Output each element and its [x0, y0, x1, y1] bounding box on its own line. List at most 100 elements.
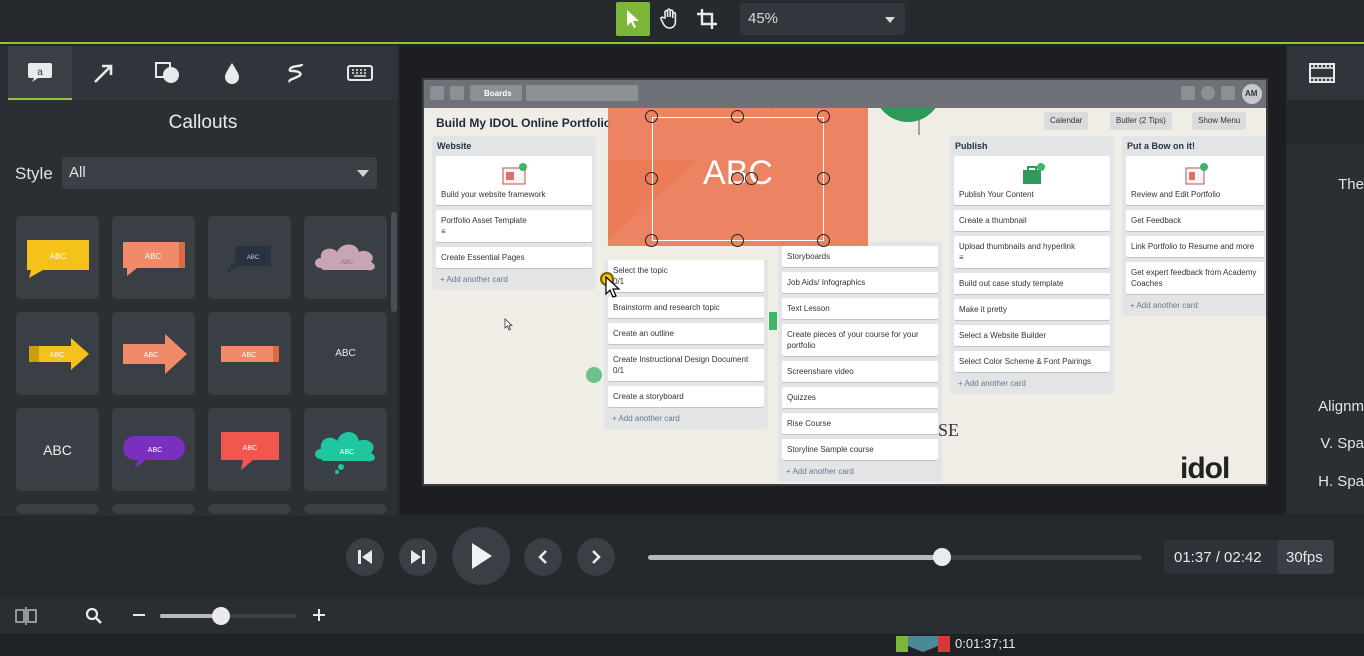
add-card-button[interactable]: + Add another card — [950, 377, 1114, 394]
rotate-handle[interactable] — [731, 172, 744, 185]
resize-handle[interactable] — [817, 234, 830, 247]
scrub-handle[interactable] — [932, 548, 951, 566]
calendar-button[interactable]: Calendar — [1044, 112, 1089, 130]
trello-card[interactable]: Create a thumbnail — [954, 210, 1110, 231]
trello-card[interactable]: Get Feedback — [1126, 210, 1264, 231]
trello-card[interactable]: Create pieces of your course for your po… — [782, 324, 938, 356]
video-preview[interactable]: Boards AM Build My IDOL Online Portfolio… — [422, 78, 1268, 486]
list-title[interactable]: Website — [432, 136, 596, 156]
callout-tile-orange-banner[interactable]: ABC — [208, 312, 291, 395]
style-select[interactable]: All — [62, 157, 377, 189]
callout-tile-yellow-arrow[interactable]: ABC — [16, 312, 99, 395]
callout-tile-yellow-speech[interactable]: ABC — [16, 216, 99, 299]
play-button[interactable] — [452, 527, 510, 585]
film-strip-icon[interactable] — [1309, 63, 1335, 88]
boards-button[interactable]: Boards — [470, 85, 522, 101]
bell-icon[interactable] — [1221, 86, 1235, 100]
trello-card[interactable]: Create Instructional Design Document 0/1 — [608, 349, 764, 381]
callout-tile-partial[interactable] — [16, 504, 99, 514]
trello-card[interactable]: Make it pretty — [954, 299, 1110, 320]
crop-icon[interactable] — [690, 2, 724, 36]
add-card-button[interactable]: + Add another card — [432, 273, 596, 290]
playhead[interactable] — [896, 634, 950, 652]
trello-card[interactable]: Storyline Sample course — [782, 439, 938, 460]
rotate-handle[interactable] — [745, 172, 758, 185]
trello-card[interactable]: Create a storyboard — [608, 386, 764, 407]
trello-card[interactable]: Select Color Scheme & Font Pairings — [954, 351, 1110, 372]
trello-card[interactable]: Rise Course — [782, 413, 938, 434]
trello-card[interactable]: Publish Your Content — [954, 156, 1110, 205]
trello-search-input[interactable] — [526, 85, 638, 101]
trello-card[interactable]: Select the topic 0/1 — [608, 260, 764, 292]
zoom-in-button[interactable] — [311, 607, 327, 628]
add-card-button[interactable]: + Add another card — [1122, 299, 1266, 316]
tab-blur[interactable] — [200, 46, 264, 100]
callout-tile-partial[interactable] — [208, 504, 291, 514]
previous-marker-button[interactable] — [524, 538, 562, 576]
callout-tile-partial[interactable] — [112, 504, 195, 514]
trello-card[interactable]: Build your website framework — [436, 156, 592, 205]
callout-tile-large-text[interactable]: ABC — [16, 408, 99, 491]
trello-card[interactable]: Portfolio Asset Template ≡ — [436, 210, 592, 242]
list-title[interactable]: Put a Bow on it! — [1122, 136, 1266, 156]
callout-tile-teal-cloud[interactable]: ABC — [304, 408, 387, 491]
trello-card[interactable]: Brainstorm and research topic — [608, 297, 764, 318]
tab-shapes[interactable] — [136, 46, 200, 100]
tab-arrows[interactable] — [72, 46, 136, 100]
trello-card[interactable]: Job Aids/ Infographics — [782, 272, 938, 293]
trello-card[interactable]: Link Portfolio to Resume and more — [1126, 236, 1264, 257]
resize-handle[interactable] — [645, 172, 658, 185]
list-title[interactable]: Publish — [950, 136, 1114, 156]
trello-card[interactable]: Create an outline — [608, 323, 764, 344]
next-marker-button[interactable] — [577, 538, 615, 576]
resize-handle[interactable] — [731, 110, 744, 123]
zoom-out-button[interactable] — [131, 607, 147, 628]
select-arrow-icon[interactable] — [616, 2, 650, 36]
trello-card[interactable]: Build out case study template — [954, 273, 1110, 294]
trello-card[interactable]: Get expert feedback from Academy Coaches — [1126, 262, 1264, 294]
tab-sketch[interactable] — [264, 46, 328, 100]
callout-tile-orange-arrow[interactable]: ABC — [112, 312, 195, 395]
trello-card[interactable]: Screenshare video — [782, 361, 938, 382]
callout-tile-plain-text[interactable]: ABC — [304, 312, 387, 395]
callout-tile-partial[interactable] — [304, 504, 387, 514]
hand-pan-icon[interactable] — [652, 2, 686, 36]
tab-keystroke[interactable] — [328, 46, 392, 100]
tab-callouts[interactable]: a — [8, 46, 72, 100]
trello-card[interactable]: Create Essential Pages — [436, 247, 592, 268]
trello-card[interactable]: Select a Website Builder — [954, 325, 1110, 346]
resize-handle[interactable] — [645, 110, 658, 123]
trello-card[interactable]: Review and Edit Portfolio — [1126, 156, 1264, 205]
butler-button[interactable]: Butler (2 Tips) — [1110, 112, 1172, 130]
home-icon[interactable] — [450, 86, 464, 100]
add-card-button[interactable]: + Add another card — [778, 465, 942, 482]
show-menu-button[interactable]: Show Menu — [1192, 112, 1247, 130]
fps-select[interactable]: 30fps — [1278, 540, 1334, 574]
trello-card[interactable]: Upload thumbnails and hyperlink ≡ — [954, 236, 1110, 268]
zoom-select[interactable]: 45% — [740, 3, 905, 35]
apps-icon[interactable] — [430, 86, 444, 100]
split-view-icon[interactable] — [15, 607, 37, 630]
info-icon[interactable] — [1201, 86, 1215, 100]
avatar[interactable]: AM — [1242, 84, 1262, 104]
callout-tile-pink-cloud[interactable]: ABC — [304, 216, 387, 299]
timeline-strip[interactable] — [0, 634, 1364, 656]
resize-handle[interactable] — [817, 110, 830, 123]
add-card-button[interactable]: + Add another card — [604, 412, 768, 429]
trello-card[interactable]: Text Lesson — [782, 298, 938, 319]
callout-tile-purple-bubble[interactable]: ABC — [112, 408, 195, 491]
next-frame-button[interactable] — [399, 538, 437, 576]
resize-handle[interactable] — [645, 234, 658, 247]
trello-card[interactable]: Storyboards — [782, 246, 938, 267]
resize-handle[interactable] — [731, 234, 744, 247]
callout-tile-red-speech[interactable]: ABC — [208, 408, 291, 491]
panel-scrollbar[interactable] — [391, 212, 397, 312]
plus-icon[interactable] — [1181, 86, 1195, 100]
magnifier-icon[interactable] — [85, 607, 103, 630]
resize-handle[interactable] — [817, 172, 830, 185]
previous-frame-button[interactable] — [346, 538, 384, 576]
trello-card[interactable]: Quizzes — [782, 387, 938, 408]
board-title[interactable]: Build My IDOL Online Portfolio — [436, 116, 611, 130]
callout-tile-dark-thought[interactable]: ABC — [208, 216, 291, 299]
callout-tile-orange-box[interactable]: ABC — [112, 216, 195, 299]
